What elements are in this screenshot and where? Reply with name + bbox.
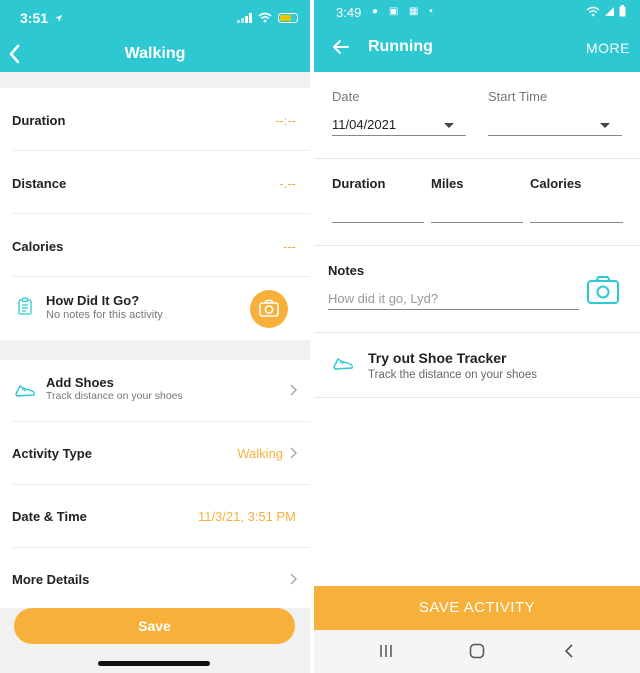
date-time-label: Date & Time	[12, 509, 87, 524]
stats-card: Duration --:-- Distance -.-- Calories --…	[0, 88, 310, 340]
android-nav-bar	[314, 630, 640, 673]
notes-label: Notes	[328, 263, 365, 278]
shoe-icon	[15, 385, 35, 397]
clipboard-icon	[18, 297, 32, 315]
calories-label: Calories	[530, 176, 582, 191]
calories-label: Calories	[12, 239, 64, 254]
start-time-label: Start Time	[488, 89, 548, 104]
back-nav-icon[interactable]	[563, 644, 575, 658]
battery-icon	[619, 5, 626, 17]
recent-apps-icon[interactable]	[378, 644, 394, 658]
date-time-value: 11/3/21, 3:51 PM	[197, 509, 296, 524]
status-icons	[237, 12, 298, 23]
dropdown-arrow-icon	[444, 123, 454, 128]
notes-placeholder: How did it go, Lyd?	[328, 291, 439, 306]
signal-icon	[237, 12, 252, 23]
camera-icon[interactable]	[585, 273, 621, 307]
distance-value: -.--	[279, 176, 296, 191]
add-shoes-sub: Track distance on your shoes	[46, 390, 183, 402]
calories-value: ---	[283, 239, 296, 254]
signal-icon	[605, 6, 614, 16]
battery-icon	[278, 12, 298, 23]
miles-label: Miles	[431, 176, 464, 191]
status-time: 3:49	[336, 5, 362, 20]
chevron-right-icon	[290, 384, 298, 396]
android-running-screen: 3:49 ● ▣ ▦ • Running MORE Date 11/04/202…	[314, 0, 640, 673]
distance-label: Distance	[12, 176, 67, 191]
back-arrow-icon[interactable]	[332, 38, 350, 56]
duration-label: Duration	[12, 113, 66, 128]
how-did-it-go-label: How Did It Go?	[46, 293, 140, 308]
chevron-right-icon	[290, 573, 298, 585]
android-header: 3:49 ● ▣ ▦ • Running MORE	[314, 0, 640, 72]
camera-icon	[259, 299, 279, 317]
home-icon[interactable]	[469, 643, 485, 659]
shoe-icon	[333, 358, 353, 370]
date-label: Date	[332, 89, 360, 104]
ios-header: 3:51 Walking	[0, 0, 310, 72]
wifi-icon	[258, 12, 272, 23]
status-icons	[586, 5, 626, 17]
activity-type-label: Activity Type	[12, 446, 92, 461]
save-activity-button[interactable]: SAVE ACTIVITY	[314, 586, 640, 630]
shoe-tracker-sub: Track the distance on your shoes	[368, 369, 537, 381]
save-button[interactable]: Save	[14, 608, 295, 644]
duration-value: --:--	[275, 113, 296, 128]
page-title: Walking	[124, 45, 186, 62]
more-details-label: More Details	[12, 572, 90, 587]
how-did-it-go-sub: No notes for this activity	[46, 309, 163, 321]
duration-label: Duration	[332, 176, 386, 191]
duration-input[interactable]	[332, 222, 424, 223]
calories-input[interactable]	[530, 222, 623, 223]
shoe-tracker-title: Try out Shoe Tracker	[368, 350, 507, 366]
home-indicator[interactable]	[98, 661, 210, 666]
add-shoes-label: Add Shoes	[46, 375, 114, 390]
details-card: Add Shoes Track distance on your shoes A…	[0, 360, 310, 608]
more-button[interactable]: MORE	[586, 40, 630, 56]
miles-input[interactable]	[431, 222, 523, 223]
ios-walking-screen: 3:51 Walking Duration --:-- Distance -.-…	[0, 0, 310, 673]
status-time: 3:51	[20, 10, 63, 26]
dropdown-arrow-icon	[600, 123, 610, 128]
location-arrow-icon	[54, 14, 63, 23]
activity-type-value: Walking	[237, 446, 283, 461]
page-title: Running	[368, 38, 433, 55]
camera-button[interactable]	[250, 290, 288, 328]
chevron-right-icon	[290, 447, 298, 459]
wifi-icon	[586, 6, 600, 16]
notification-icons: ● ▣ ▦ •	[372, 6, 437, 17]
date-value: 11/04/2021	[332, 117, 397, 132]
